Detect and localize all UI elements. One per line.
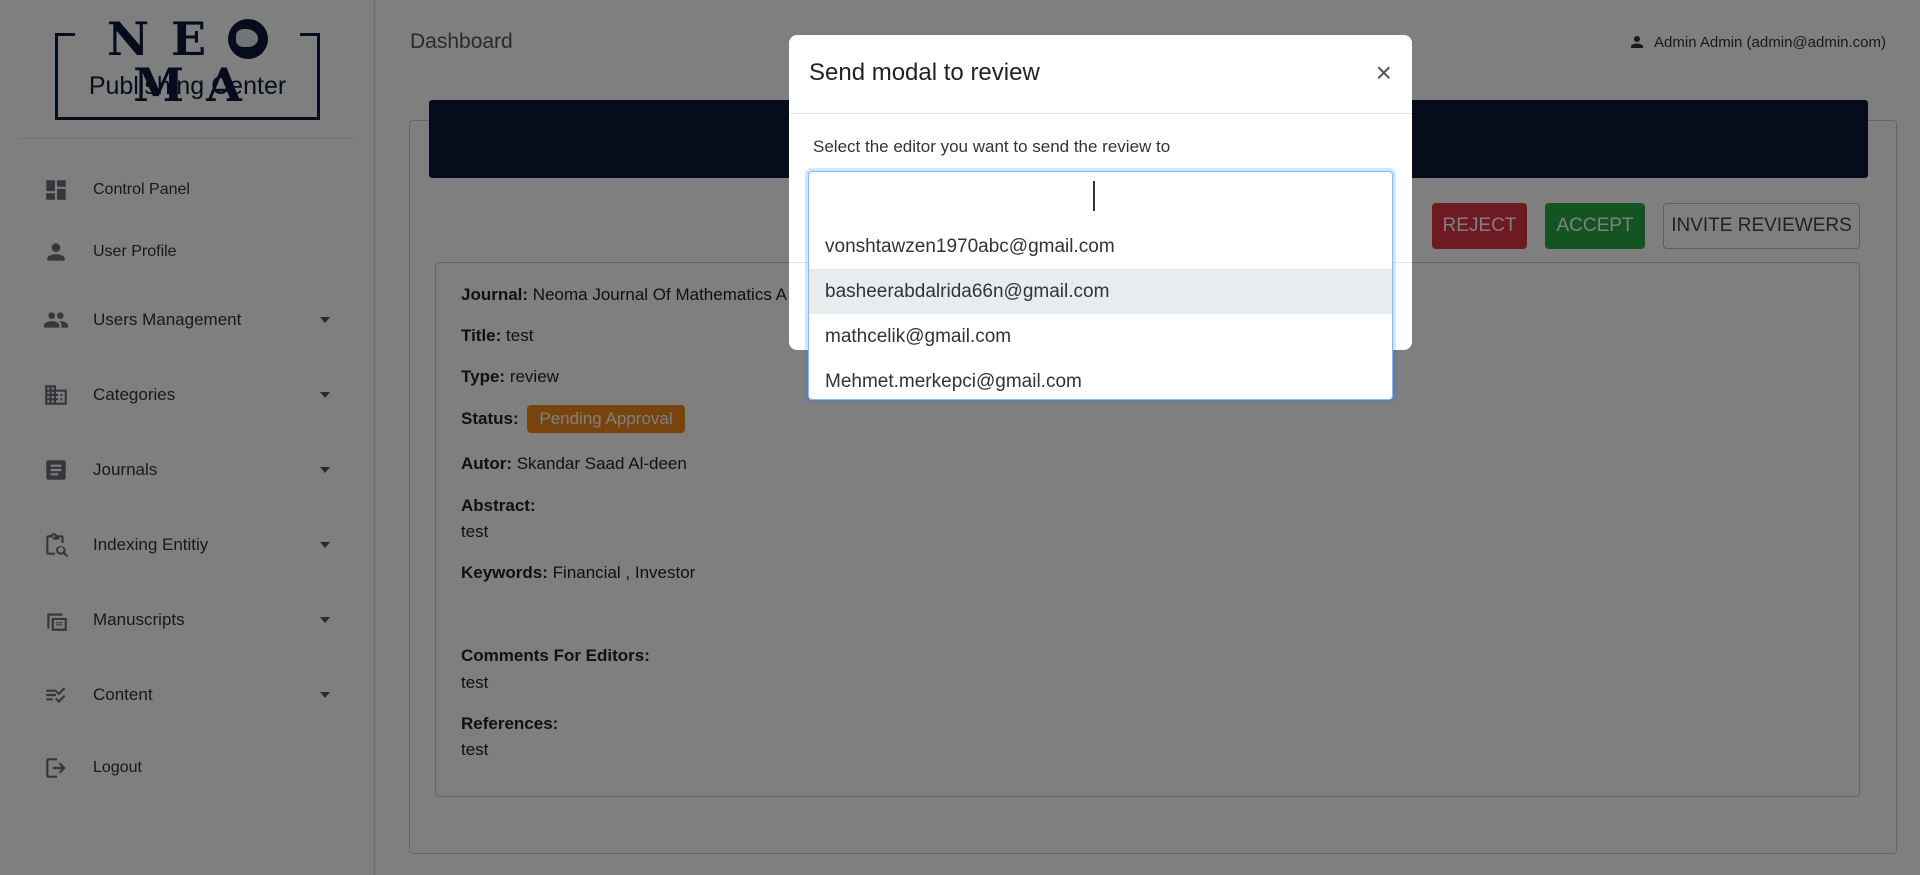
- modal-divider: [789, 113, 1412, 114]
- editor-option[interactable]: vonshtawzen1970abc@gmail.com: [809, 224, 1392, 269]
- editor-option[interactable]: mathcelik@gmail.com: [809, 314, 1392, 359]
- editor-option[interactable]: basheerabdalrida66n@gmail.com: [809, 269, 1392, 314]
- close-icon[interactable]: ×: [1376, 59, 1392, 87]
- editor-option[interactable]: Mehmet.merkepci@gmail.com: [809, 359, 1392, 399]
- modal-title: Send modal to review: [809, 59, 1040, 86]
- text-cursor: [1093, 181, 1095, 211]
- editor-select-dropdown[interactable]: vonshtawzen1970abc@gmail.com basheerabda…: [808, 171, 1393, 400]
- editor-search-input[interactable]: [809, 172, 1392, 224]
- editor-select-label: Select the editor you want to send the r…: [813, 137, 1171, 156]
